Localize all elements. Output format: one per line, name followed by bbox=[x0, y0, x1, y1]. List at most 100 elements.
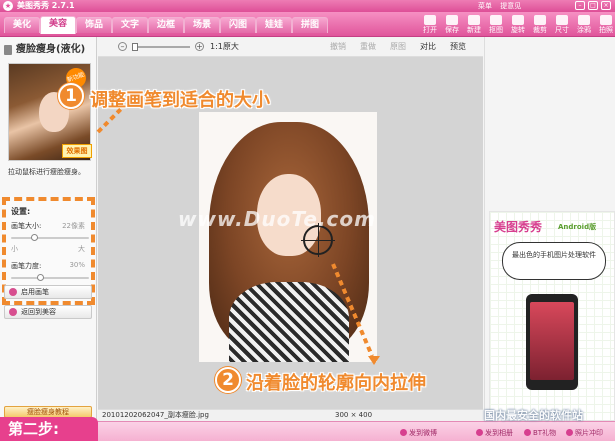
zoom-in-icon[interactable]: + bbox=[195, 42, 204, 51]
zoom-original[interactable]: 1:1原大 bbox=[210, 41, 239, 52]
app-title: 美图秀秀 2.7.1 bbox=[17, 1, 75, 10]
step1-text: 调整画笔到适合的大小 bbox=[90, 90, 270, 111]
brush-strength-slider[interactable] bbox=[11, 274, 89, 281]
brush-icon bbox=[578, 15, 590, 25]
close-icon[interactable]: × bbox=[601, 1, 611, 10]
tab-collage[interactable]: 拼图 bbox=[292, 17, 328, 33]
crop-button[interactable]: 裁剪 bbox=[529, 14, 551, 36]
right-panel: 美图秀秀 Android版 最出色的手机图片处理软件 bbox=[484, 37, 615, 421]
site-watermark: 国内最安全的软件站 bbox=[484, 409, 583, 422]
effect-thumbnail: 新功能 效果图 bbox=[8, 63, 92, 161]
camera-icon bbox=[600, 15, 612, 25]
tab-frame[interactable]: 边框 bbox=[148, 17, 184, 33]
save-icon bbox=[446, 15, 458, 25]
step1-badge: 1 bbox=[58, 83, 84, 109]
maximize-icon[interactable]: □ bbox=[588, 1, 598, 10]
bt-gift[interactable]: BT礼物 bbox=[524, 428, 556, 438]
compare-button[interactable]: 对比 bbox=[420, 41, 436, 52]
album-icon bbox=[476, 429, 483, 436]
tab-beauty[interactable]: 美容 bbox=[40, 16, 76, 34]
settings-heading: 设置: bbox=[11, 207, 31, 216]
slim-tool-icon bbox=[4, 45, 12, 55]
title-links: 菜单 提意见 bbox=[478, 0, 527, 12]
undo-button[interactable]: 撤销 bbox=[330, 41, 346, 52]
photo-print[interactable]: 照片冲印 bbox=[566, 428, 603, 438]
photo[interactable] bbox=[199, 112, 377, 362]
brush-size-max: 大 bbox=[78, 245, 85, 253]
tab-text[interactable]: 文字 bbox=[112, 17, 148, 33]
photo-body bbox=[229, 282, 349, 362]
minimize-icon[interactable]: – bbox=[575, 1, 585, 10]
brush-strength-knob[interactable] bbox=[37, 274, 44, 281]
main-menubar: 美化 美容 饰品 文字 边框 场景 闪图 娃娃 拼图 打开 保存 新建 抠图 旋… bbox=[0, 12, 615, 37]
back-to-beauty-button[interactable]: 返回到美容 bbox=[4, 305, 92, 319]
menu-link[interactable]: 菜单 bbox=[478, 2, 492, 10]
step2-text: 沿着脸的轮廓向内拉伸 bbox=[246, 373, 426, 394]
share-album[interactable]: 发到相册 bbox=[476, 428, 513, 438]
new-icon bbox=[468, 15, 480, 25]
redo-button[interactable]: 重做 bbox=[360, 41, 376, 52]
effect-badge: 效果图 bbox=[62, 144, 92, 158]
ad-bubble: 最出色的手机图片处理软件 bbox=[502, 242, 606, 280]
zoom-out-icon[interactable]: – bbox=[118, 42, 127, 51]
scissors-icon bbox=[490, 15, 502, 25]
resize-button[interactable]: 尺寸 bbox=[551, 14, 573, 36]
android-ad[interactable]: 美图秀秀 Android版 最出色的手机图片处理软件 bbox=[489, 211, 615, 421]
brush-size-value: 22像素 bbox=[62, 222, 85, 230]
cutout-button[interactable]: 抠图 bbox=[485, 14, 507, 36]
tab-scene[interactable]: 场景 bbox=[184, 17, 220, 33]
file-name: 20101202062047_副本瘦脸.jpg bbox=[102, 411, 209, 419]
print-icon bbox=[566, 429, 573, 436]
zoom-knob[interactable] bbox=[132, 43, 138, 51]
save-button[interactable]: 保存 bbox=[441, 14, 463, 36]
rotate-icon bbox=[512, 15, 524, 25]
brush-size-min: 小 bbox=[11, 245, 18, 253]
canvas-watermark: www.DuoTe.com bbox=[178, 207, 376, 231]
image-dimensions: 300 × 400 bbox=[335, 411, 373, 419]
preview-button[interactable]: 预览 bbox=[450, 41, 466, 52]
main-tabs: 美化 美容 饰品 文字 边框 场景 闪图 娃娃 拼图 bbox=[4, 16, 328, 34]
phone-icon bbox=[526, 294, 578, 390]
rotate-button[interactable]: 旋转 bbox=[507, 14, 529, 36]
title-bar: ★ 美图秀秀 2.7.1 菜单 提意见 – □ × bbox=[0, 0, 615, 12]
brush-strength-value: 30% bbox=[69, 261, 85, 269]
new-button[interactable]: 新建 bbox=[463, 14, 485, 36]
toolbar: 打开 保存 新建 抠图 旋转 裁剪 尺寸 涂鸦 拍照 bbox=[419, 14, 615, 36]
window-controls: – □ × bbox=[575, 1, 611, 10]
tab-flash[interactable]: 闪图 bbox=[220, 17, 256, 33]
brush-strength-label: 画笔力度: bbox=[11, 262, 42, 270]
app-logo-icon: ★ bbox=[3, 1, 13, 11]
feedback-link[interactable]: 提意见 bbox=[500, 2, 521, 10]
brush-size-label: 画笔大小: bbox=[11, 222, 42, 230]
panel-hint: 拉动鼠标进行瘦脸瘦身。 bbox=[8, 168, 85, 176]
panel-title: 瘦脸瘦身(液化) bbox=[4, 43, 85, 57]
camera-button[interactable]: 拍照 bbox=[595, 14, 615, 36]
phone-screen bbox=[530, 302, 574, 380]
reset-button[interactable]: 原图 bbox=[390, 41, 406, 52]
crop-icon bbox=[534, 15, 546, 25]
back-icon bbox=[9, 308, 17, 316]
brush-icon bbox=[9, 288, 17, 296]
tab-doll[interactable]: 娃娃 bbox=[256, 17, 292, 33]
ad-android-label: Android版 bbox=[558, 223, 597, 231]
folder-icon bbox=[424, 15, 436, 25]
open-button[interactable]: 打开 bbox=[419, 14, 441, 36]
canvas-status: 20101202062047_副本瘦脸.jpg 300 × 400 bbox=[98, 409, 483, 421]
tab-beautify[interactable]: 美化 bbox=[4, 17, 40, 33]
doodle-button[interactable]: 涂鸦 bbox=[573, 14, 595, 36]
brush-size-knob[interactable] bbox=[31, 234, 38, 241]
enable-brush-button[interactable]: 启用画笔 bbox=[4, 285, 92, 299]
second-step-label: 第二步: bbox=[0, 417, 98, 441]
canvas-toolbar: – + 1:1原大 撤销 重做 原图 对比 预览 bbox=[98, 37, 483, 57]
ad-title: 美图秀秀 bbox=[494, 220, 543, 234]
weibo-icon bbox=[400, 429, 407, 436]
gift-icon bbox=[524, 429, 531, 436]
brush-size-slider[interactable] bbox=[11, 234, 89, 241]
tab-accessories[interactable]: 饰品 bbox=[76, 17, 112, 33]
resize-icon bbox=[556, 15, 568, 25]
zoom-slider[interactable] bbox=[132, 43, 190, 51]
step2-badge: 2 bbox=[215, 367, 241, 393]
share-weibo[interactable]: 发到微博 bbox=[400, 428, 437, 438]
arrowhead-icon bbox=[368, 356, 380, 365]
app-window: ★ 美图秀秀 2.7.1 菜单 提意见 – □ × 美化 美容 饰品 文字 边框… bbox=[0, 0, 615, 441]
